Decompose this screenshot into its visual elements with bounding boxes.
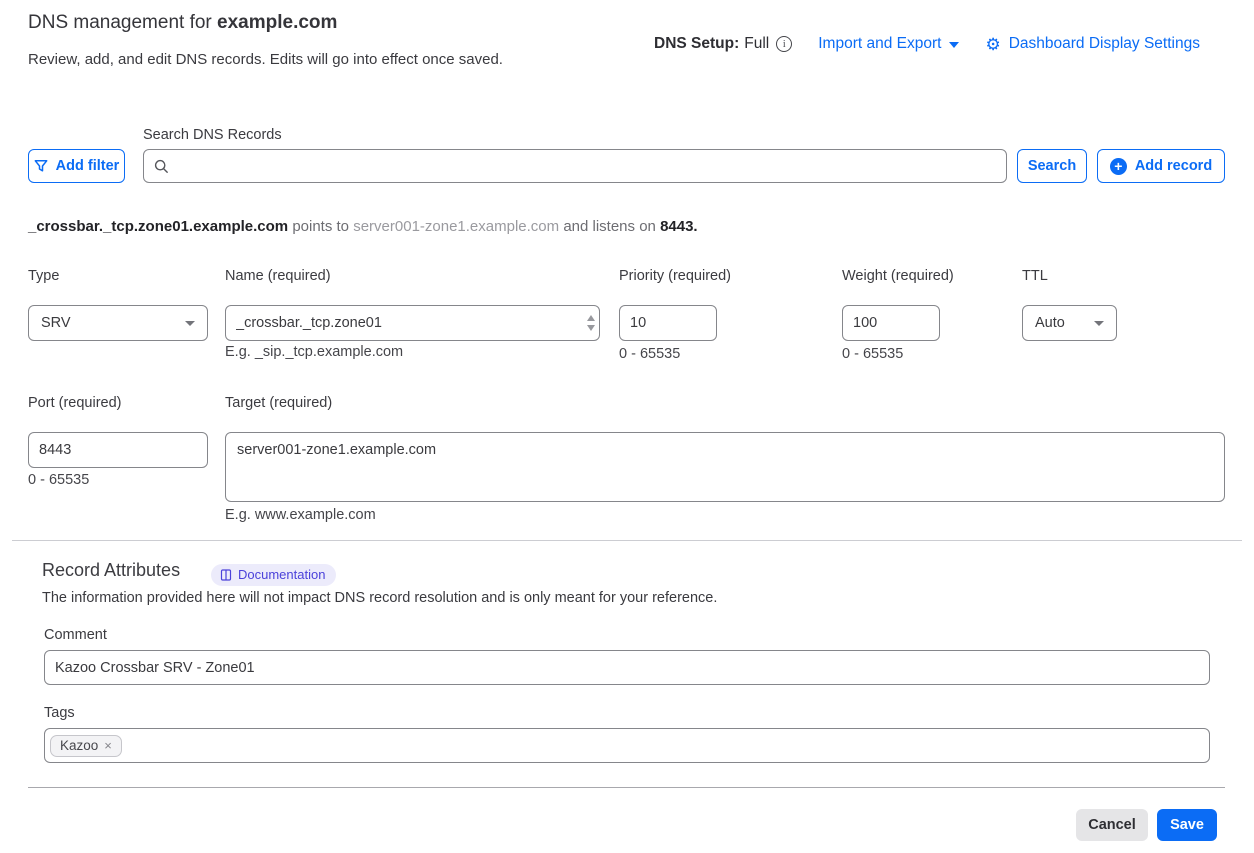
target-hint: E.g. www.example.com [225,507,376,523]
add-filter-label: Add filter [56,158,120,174]
comment-label: Comment [44,627,107,643]
target-textarea[interactable]: server001-zone1.example.com [225,432,1225,502]
type-select-value: SRV [41,315,71,331]
filter-funnel-icon [34,159,48,173]
summary-port: 8443. [660,218,698,235]
summary-listens: and listens on [563,218,656,235]
weight-hint: 0 - 65535 [842,346,903,362]
header-actions: DNS Setup: Full i Import and Export ⚙ Da… [654,35,1200,53]
dashboard-display-settings-label: Dashboard Display Settings [1009,35,1200,53]
chevron-down-icon [949,42,959,48]
port-label: Port (required) [28,395,121,411]
dns-setup-value: Full [744,35,769,53]
arrow-up-icon[interactable] [587,315,595,321]
weight-label: Weight (required) [842,268,954,284]
documentation-badge[interactable]: Documentation [211,564,336,586]
chevron-down-icon [185,321,195,326]
dashboard-display-settings-link[interactable]: ⚙ Dashboard Display Settings [985,35,1200,53]
add-filter-button[interactable]: Add filter [28,149,125,183]
zone-name: example.com [217,12,337,33]
tags-label: Tags [44,705,75,721]
name-label: Name (required) [225,268,331,284]
dns-setup-status: DNS Setup: Full i [654,35,792,53]
record-attributes-heading: Record Attributes [42,560,180,581]
search-button-label: Search [1028,158,1076,174]
gear-icon: ⚙ [985,36,1000,53]
type-label: Type [28,268,59,284]
tag-chip[interactable]: Kazoo × [50,735,122,757]
save-button[interactable]: Save [1157,809,1217,841]
weight-input[interactable] [842,305,940,341]
record-summary: _crossbar._tcp.zone01.example.com points… [28,218,698,235]
type-select[interactable]: SRV [28,305,208,341]
page-title: DNS management for example.com [28,12,337,34]
summary-target-host: server001-zone1.example.com [353,218,559,235]
import-export-dropdown[interactable]: Import and Export [818,35,959,53]
ttl-label: TTL [1022,268,1048,284]
name-input[interactable] [225,305,600,341]
dns-management-page: DNS management for example.com Review, a… [0,0,1254,853]
comment-input[interactable] [44,650,1210,685]
name-field-container [225,305,600,341]
summary-record-name: _crossbar._tcp.zone01.example.com [28,218,288,235]
page-subtitle: Review, add, and edit DNS records. Edits… [28,46,510,73]
search-input-container [143,149,1007,183]
record-attributes-description: The information provided here will not i… [42,590,717,606]
plus-circle-icon: + [1110,158,1127,175]
ttl-select[interactable]: Auto [1022,305,1117,341]
priority-label: Priority (required) [619,268,731,284]
tag-remove-icon[interactable]: × [104,738,112,753]
target-label: Target (required) [225,395,332,411]
chevron-down-icon [1094,321,1104,326]
summary-points-to: points to [292,218,349,235]
tags-input[interactable]: Kazoo × [44,728,1210,763]
name-hint: E.g. _sip._tcp.example.com [225,344,403,360]
add-record-label: Add record [1135,158,1212,174]
search-icon [154,159,169,174]
port-hint: 0 - 65535 [28,472,89,488]
search-input[interactable] [177,158,996,174]
section-divider [12,540,1242,541]
priority-hint: 0 - 65535 [619,346,680,362]
page-title-prefix: DNS management for [28,12,217,33]
priority-input[interactable] [619,305,717,341]
search-dns-records-label: Search DNS Records [143,127,282,143]
documentation-badge-label: Documentation [238,567,325,582]
tag-chip-label: Kazoo [60,738,98,753]
info-icon[interactable]: i [776,36,792,52]
arrow-down-icon[interactable] [587,325,595,331]
stepper-arrows[interactable] [587,315,595,331]
import-export-label: Import and Export [818,35,941,53]
add-record-button[interactable]: + Add record [1097,149,1225,183]
search-button[interactable]: Search [1017,149,1087,183]
dns-setup-label: DNS Setup: [654,35,739,53]
book-icon [220,569,232,581]
footer-divider [28,787,1225,788]
cancel-button[interactable]: Cancel [1076,809,1148,841]
port-input[interactable] [28,432,208,468]
ttl-select-value: Auto [1035,315,1065,331]
